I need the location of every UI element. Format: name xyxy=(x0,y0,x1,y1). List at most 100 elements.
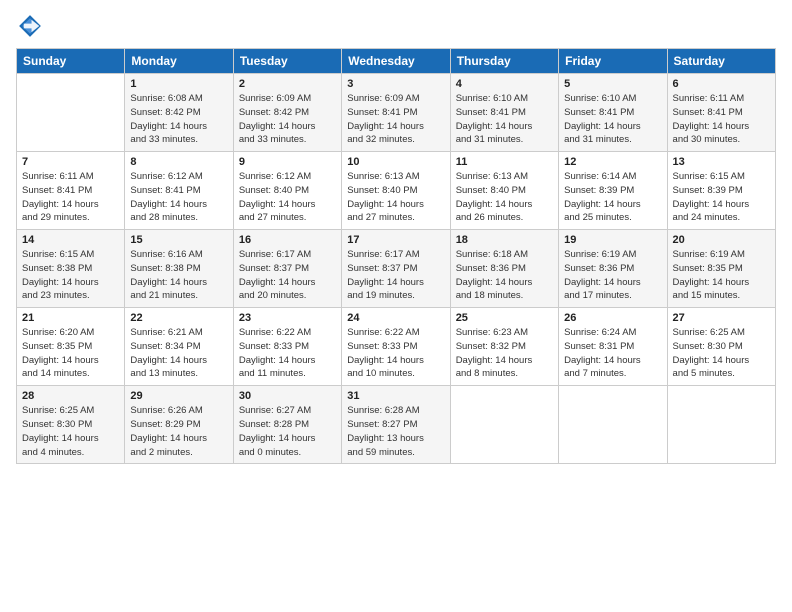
day-info: Sunrise: 6:08 AM Sunset: 8:42 PM Dayligh… xyxy=(130,92,227,147)
day-info: Sunrise: 6:10 AM Sunset: 8:41 PM Dayligh… xyxy=(564,92,661,147)
calendar-cell: 8 Sunrise: 6:12 AM Sunset: 8:41 PM Daylig… xyxy=(125,152,233,230)
calendar-cell: 6Sunrise: 6:11 AM Sunset: 8:41 PM Daylig… xyxy=(667,74,775,152)
calendar-cell: 26 Sunrise: 6:24 AM Sunset: 8:31 PM Dayli… xyxy=(559,308,667,386)
calendar-cell: 7Sunrise: 6:11 AM Sunset: 8:41 PM Daylig… xyxy=(17,152,125,230)
calendar-cell: 23 Sunrise: 6:22 AM Sunset: 8:33 PM Dayli… xyxy=(233,308,341,386)
calendar-cell: 22 Sunrise: 6:21 AM Sunset: 8:34 PM Dayli… xyxy=(125,308,233,386)
day-number: 16 xyxy=(239,234,336,246)
day-number: 2 xyxy=(239,78,336,90)
calendar-cell: 29Sunrise: 6:26 AM Sunset: 8:29 PM Dayli… xyxy=(125,386,233,464)
day-info: Sunrise: 6:20 AM Sunset: 8:35 PM Dayligh… xyxy=(22,326,119,381)
day-info: Sunrise: 6:09 AM Sunset: 8:41 PM Dayligh… xyxy=(347,92,444,147)
header xyxy=(16,12,776,40)
calendar-cell: 16Sunrise: 6:17 AM Sunset: 8:37 PM Dayli… xyxy=(233,230,341,308)
day-number: 8 xyxy=(130,156,227,168)
calendar-cell: 5 Sunrise: 6:10 AM Sunset: 8:41 PM Daylig… xyxy=(559,74,667,152)
day-info: Sunrise: 6:14 AM Sunset: 8:39 PM Dayligh… xyxy=(564,170,661,225)
day-number: 13 xyxy=(673,156,770,168)
week-row-3: 14 Sunrise: 6:15 AM Sunset: 8:38 PM Dayli… xyxy=(17,230,776,308)
calendar-cell: 21 Sunrise: 6:20 AM Sunset: 8:35 PM Dayli… xyxy=(17,308,125,386)
day-info: Sunrise: 6:15 AM Sunset: 8:38 PM Dayligh… xyxy=(22,248,119,303)
day-info: Sunrise: 6:12 AM Sunset: 8:41 PM Dayligh… xyxy=(130,170,227,225)
day-number: 1 xyxy=(130,78,227,90)
day-info: Sunrise: 6:19 AM Sunset: 8:35 PM Dayligh… xyxy=(673,248,770,303)
day-info: Sunrise: 6:11 AM Sunset: 8:41 PM Dayligh… xyxy=(22,170,119,225)
day-number: 29 xyxy=(130,390,227,402)
calendar-cell: 30Sunrise: 6:27 AM Sunset: 8:28 PM Dayli… xyxy=(233,386,341,464)
day-number: 6 xyxy=(673,78,770,90)
day-info: Sunrise: 6:21 AM Sunset: 8:34 PM Dayligh… xyxy=(130,326,227,381)
day-number: 19 xyxy=(564,234,661,246)
calendar-cell: 27 Sunrise: 6:25 AM Sunset: 8:30 PM Dayli… xyxy=(667,308,775,386)
day-info: Sunrise: 6:27 AM Sunset: 8:28 PM Dayligh… xyxy=(239,404,336,459)
day-info: Sunrise: 6:10 AM Sunset: 8:41 PM Dayligh… xyxy=(456,92,553,147)
header-day-thursday: Thursday xyxy=(450,49,558,74)
calendar-cell: 4 Sunrise: 6:10 AM Sunset: 8:41 PM Daylig… xyxy=(450,74,558,152)
calendar-cell xyxy=(667,386,775,464)
day-number: 17 xyxy=(347,234,444,246)
calendar-cell: 11 Sunrise: 6:13 AM Sunset: 8:40 PM Dayli… xyxy=(450,152,558,230)
day-number: 26 xyxy=(564,312,661,324)
day-number: 24 xyxy=(347,312,444,324)
day-number: 3 xyxy=(347,78,444,90)
calendar-cell: 20 Sunrise: 6:19 AM Sunset: 8:35 PM Dayli… xyxy=(667,230,775,308)
day-number: 12 xyxy=(564,156,661,168)
day-number: 31 xyxy=(347,390,444,402)
calendar-cell: 10 Sunrise: 6:13 AM Sunset: 8:40 PM Dayli… xyxy=(342,152,450,230)
calendar-cell: 28 Sunrise: 6:25 AM Sunset: 8:30 PM Dayli… xyxy=(17,386,125,464)
day-info: Sunrise: 6:13 AM Sunset: 8:40 PM Dayligh… xyxy=(347,170,444,225)
calendar-cell: 12 Sunrise: 6:14 AM Sunset: 8:39 PM Dayli… xyxy=(559,152,667,230)
header-day-saturday: Saturday xyxy=(667,49,775,74)
day-info: Sunrise: 6:23 AM Sunset: 8:32 PM Dayligh… xyxy=(456,326,553,381)
header-day-wednesday: Wednesday xyxy=(342,49,450,74)
day-info: Sunrise: 6:16 AM Sunset: 8:38 PM Dayligh… xyxy=(130,248,227,303)
day-info: Sunrise: 6:24 AM Sunset: 8:31 PM Dayligh… xyxy=(564,326,661,381)
day-info: Sunrise: 6:12 AM Sunset: 8:40 PM Dayligh… xyxy=(239,170,336,225)
day-number: 20 xyxy=(673,234,770,246)
day-info: Sunrise: 6:25 AM Sunset: 8:30 PM Dayligh… xyxy=(22,404,119,459)
header-day-monday: Monday xyxy=(125,49,233,74)
day-info: Sunrise: 6:17 AM Sunset: 8:37 PM Dayligh… xyxy=(347,248,444,303)
week-row-2: 7Sunrise: 6:11 AM Sunset: 8:41 PM Daylig… xyxy=(17,152,776,230)
day-number: 9 xyxy=(239,156,336,168)
day-info: Sunrise: 6:28 AM Sunset: 8:27 PM Dayligh… xyxy=(347,404,444,459)
calendar-cell xyxy=(450,386,558,464)
day-number: 14 xyxy=(22,234,119,246)
calendar-cell: 1 Sunrise: 6:08 AM Sunset: 8:42 PM Daylig… xyxy=(125,74,233,152)
week-row-4: 21 Sunrise: 6:20 AM Sunset: 8:35 PM Dayli… xyxy=(17,308,776,386)
day-number: 27 xyxy=(673,312,770,324)
logo xyxy=(16,12,48,40)
header-day-sunday: Sunday xyxy=(17,49,125,74)
calendar-table: SundayMondayTuesdayWednesdayThursdayFrid… xyxy=(16,48,776,464)
day-number: 15 xyxy=(130,234,227,246)
day-info: Sunrise: 6:18 AM Sunset: 8:36 PM Dayligh… xyxy=(456,248,553,303)
calendar-cell: 19 Sunrise: 6:19 AM Sunset: 8:36 PM Dayli… xyxy=(559,230,667,308)
calendar-cell: 24 Sunrise: 6:22 AM Sunset: 8:33 PM Dayli… xyxy=(342,308,450,386)
day-number: 23 xyxy=(239,312,336,324)
calendar-cell: 14 Sunrise: 6:15 AM Sunset: 8:38 PM Dayli… xyxy=(17,230,125,308)
calendar-cell: 3 Sunrise: 6:09 AM Sunset: 8:41 PM Daylig… xyxy=(342,74,450,152)
day-number: 22 xyxy=(130,312,227,324)
calendar-cell xyxy=(559,386,667,464)
day-number: 5 xyxy=(564,78,661,90)
calendar-cell: 13Sunrise: 6:15 AM Sunset: 8:39 PM Dayli… xyxy=(667,152,775,230)
day-info: Sunrise: 6:22 AM Sunset: 8:33 PM Dayligh… xyxy=(347,326,444,381)
calendar-cell: 18 Sunrise: 6:18 AM Sunset: 8:36 PM Dayli… xyxy=(450,230,558,308)
day-number: 11 xyxy=(456,156,553,168)
day-info: Sunrise: 6:22 AM Sunset: 8:33 PM Dayligh… xyxy=(239,326,336,381)
header-row: SundayMondayTuesdayWednesdayThursdayFrid… xyxy=(17,49,776,74)
day-number: 10 xyxy=(347,156,444,168)
day-number: 28 xyxy=(22,390,119,402)
day-number: 21 xyxy=(22,312,119,324)
calendar-cell: 17 Sunrise: 6:17 AM Sunset: 8:37 PM Dayli… xyxy=(342,230,450,308)
day-info: Sunrise: 6:25 AM Sunset: 8:30 PM Dayligh… xyxy=(673,326,770,381)
calendar-cell: 25Sunrise: 6:23 AM Sunset: 8:32 PM Dayli… xyxy=(450,308,558,386)
day-info: Sunrise: 6:13 AM Sunset: 8:40 PM Dayligh… xyxy=(456,170,553,225)
calendar-cell: 2Sunrise: 6:09 AM Sunset: 8:42 PM Daylig… xyxy=(233,74,341,152)
day-number: 18 xyxy=(456,234,553,246)
day-number: 4 xyxy=(456,78,553,90)
calendar-cell: 15 Sunrise: 6:16 AM Sunset: 8:38 PM Dayli… xyxy=(125,230,233,308)
day-info: Sunrise: 6:19 AM Sunset: 8:36 PM Dayligh… xyxy=(564,248,661,303)
logo-icon xyxy=(16,12,44,40)
calendar-cell: 31 Sunrise: 6:28 AM Sunset: 8:27 PM Dayli… xyxy=(342,386,450,464)
